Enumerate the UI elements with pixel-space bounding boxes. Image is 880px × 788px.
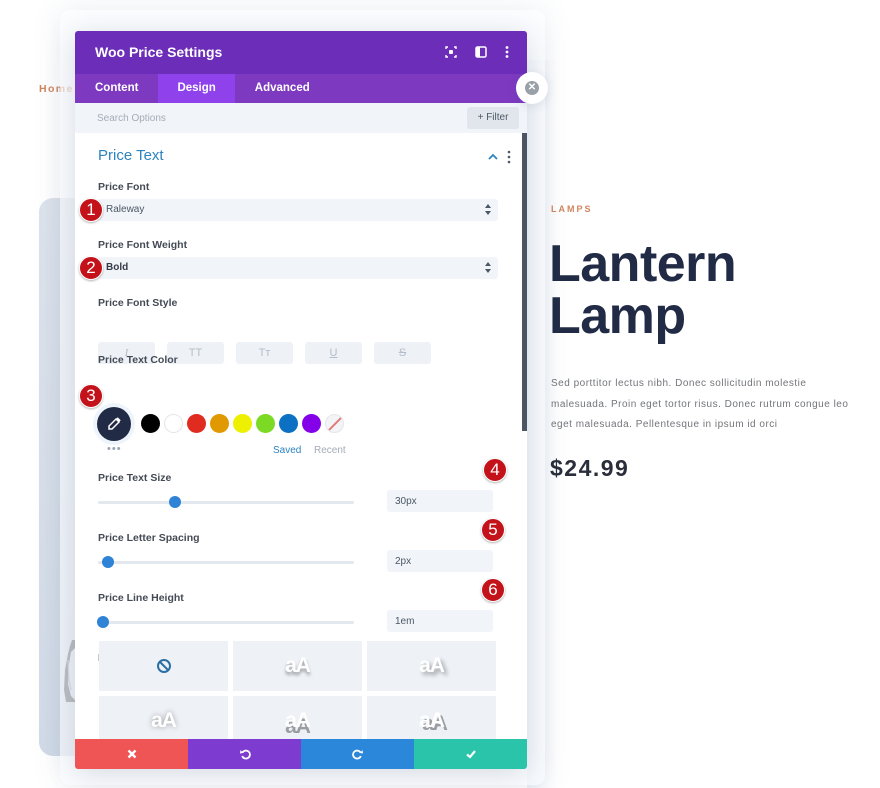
- woo-price-settings-modal: Woo Price Settings Content Design Advanc…: [75, 31, 527, 769]
- select-arrows-icon: [485, 204, 491, 215]
- color-swatch[interactable]: [233, 414, 252, 433]
- cancel-button[interactable]: [75, 739, 188, 769]
- product-title-line-2: Lamp: [549, 287, 686, 345]
- capitalize-style-button[interactable]: Tт: [236, 342, 293, 364]
- shadow-sample-text: aA: [419, 654, 445, 677]
- shadow-option-2[interactable]: aA: [367, 641, 496, 691]
- slider-thumb[interactable]: [97, 616, 110, 628]
- price-font-weight-label: Price Font Weight: [98, 239, 188, 251]
- price-line-height-label: Price Line Height: [98, 592, 184, 604]
- filter-button[interactable]: + Filter: [467, 107, 519, 129]
- slider-thumb[interactable]: [102, 556, 115, 568]
- color-swatch[interactable]: [187, 414, 206, 433]
- more-colors-icon[interactable]: •••: [107, 443, 122, 455]
- price-font-weight-select[interactable]: Bold: [98, 257, 498, 279]
- price-letter-spacing-input[interactable]: [387, 550, 493, 572]
- modal-footer: [75, 739, 527, 769]
- callout-badge-4: 4: [483, 458, 507, 482]
- product-title-line-1: Lantern: [549, 235, 737, 293]
- price-line-height-input[interactable]: [387, 610, 493, 632]
- callout-badge-1: 1: [79, 198, 103, 222]
- search-options-input[interactable]: [97, 103, 457, 133]
- tab-design[interactable]: Design: [158, 74, 235, 103]
- search-row: + Filter: [75, 103, 527, 133]
- callout-badge-3: 3: [79, 384, 103, 408]
- more-vertical-icon[interactable]: [499, 44, 515, 60]
- price-letter-spacing-slider[interactable]: [98, 556, 354, 568]
- callout-badge-2: 2: [79, 256, 103, 280]
- callout-badge-6: 6: [481, 578, 505, 602]
- price-font-select[interactable]: Raleway: [98, 199, 498, 221]
- shadow-option-5[interactable]: aA: [367, 696, 496, 739]
- product-description: Sed porttitor lectus nibh. Donec sollici…: [551, 378, 849, 430]
- color-picker-button[interactable]: [97, 407, 131, 441]
- shadow-sample-text: aA: [419, 709, 445, 732]
- close-circle-icon: ✕: [525, 81, 539, 95]
- product-title: Lantern Lamp: [549, 235, 737, 345]
- redo-icon: [351, 749, 363, 760]
- price-text-size-slider[interactable]: [98, 496, 354, 508]
- modal-tabs: Content Design Advanced: [75, 74, 527, 103]
- price-text-size-label: Price Text Size: [98, 472, 172, 484]
- product-price: $24.99: [550, 455, 630, 481]
- close-preview-button[interactable]: ✕: [516, 72, 548, 104]
- redo-button[interactable]: [301, 739, 414, 769]
- price-font-style-label: Price Font Style: [98, 297, 178, 309]
- price-text-color-label: Price Text Color: [98, 354, 178, 366]
- price-font-value: Raleway: [106, 204, 145, 215]
- palette-tab-saved[interactable]: Saved: [273, 445, 301, 456]
- color-swatch[interactable]: [256, 414, 275, 433]
- tab-content[interactable]: Content: [75, 74, 158, 103]
- select-arrows-icon: [485, 262, 491, 273]
- shadow-option-3[interactable]: aA: [99, 696, 228, 739]
- price-line-height-slider[interactable]: [97, 616, 354, 628]
- shadow-sample-text: aA: [285, 654, 311, 677]
- modal-title: Woo Price Settings: [95, 44, 223, 60]
- callout-badge-5: 5: [481, 518, 505, 542]
- split-view-icon[interactable]: [473, 44, 489, 60]
- shadow-option-4[interactable]: aA: [233, 696, 362, 739]
- price-text-size-input[interactable]: [387, 490, 493, 512]
- price-letter-spacing-label: Price Letter Spacing: [98, 532, 200, 544]
- product-category[interactable]: LAMPS: [551, 204, 593, 214]
- color-swatch[interactable]: [210, 414, 229, 433]
- no-shadow-icon: [157, 659, 171, 673]
- color-swatch[interactable]: [141, 414, 160, 433]
- strikethrough-style-button[interactable]: S: [374, 342, 431, 364]
- scrollbar[interactable]: [522, 133, 527, 431]
- focus-icon[interactable]: [443, 44, 459, 60]
- shadow-option-none[interactable]: [99, 641, 228, 691]
- settings-body: Price Text Price Font Raleway Price Font…: [75, 133, 527, 739]
- color-swatch[interactable]: [164, 414, 183, 433]
- slider-thumb[interactable]: [168, 496, 181, 508]
- undo-button[interactable]: [188, 739, 301, 769]
- shadow-sample-text: aA: [151, 709, 177, 732]
- palette-tab-recent[interactable]: Recent: [314, 445, 346, 456]
- underline-style-button[interactable]: U: [305, 342, 362, 364]
- price-font-weight-value: Bold: [106, 262, 129, 273]
- undo-icon: [239, 749, 251, 760]
- shadow-sample-text: aA: [285, 709, 311, 732]
- check-icon: [465, 750, 476, 759]
- close-icon: [127, 749, 136, 759]
- shadow-option-1[interactable]: aA: [233, 641, 362, 691]
- color-swatch[interactable]: [279, 414, 298, 433]
- color-swatch[interactable]: [302, 414, 321, 433]
- swatch-transparent[interactable]: [325, 414, 344, 433]
- section-more-icon[interactable]: [507, 150, 511, 164]
- save-button[interactable]: [414, 739, 527, 769]
- eyedropper-icon: [108, 417, 121, 430]
- modal-header[interactable]: Woo Price Settings: [75, 31, 527, 74]
- price-font-label: Price Font: [98, 181, 150, 193]
- section-title-price-text[interactable]: Price Text: [98, 147, 164, 164]
- chevron-up-icon[interactable]: [487, 152, 499, 162]
- tab-advanced[interactable]: Advanced: [235, 74, 330, 103]
- page: Home LAMPS Lantern Lamp Sed porttitor le…: [0, 0, 880, 788]
